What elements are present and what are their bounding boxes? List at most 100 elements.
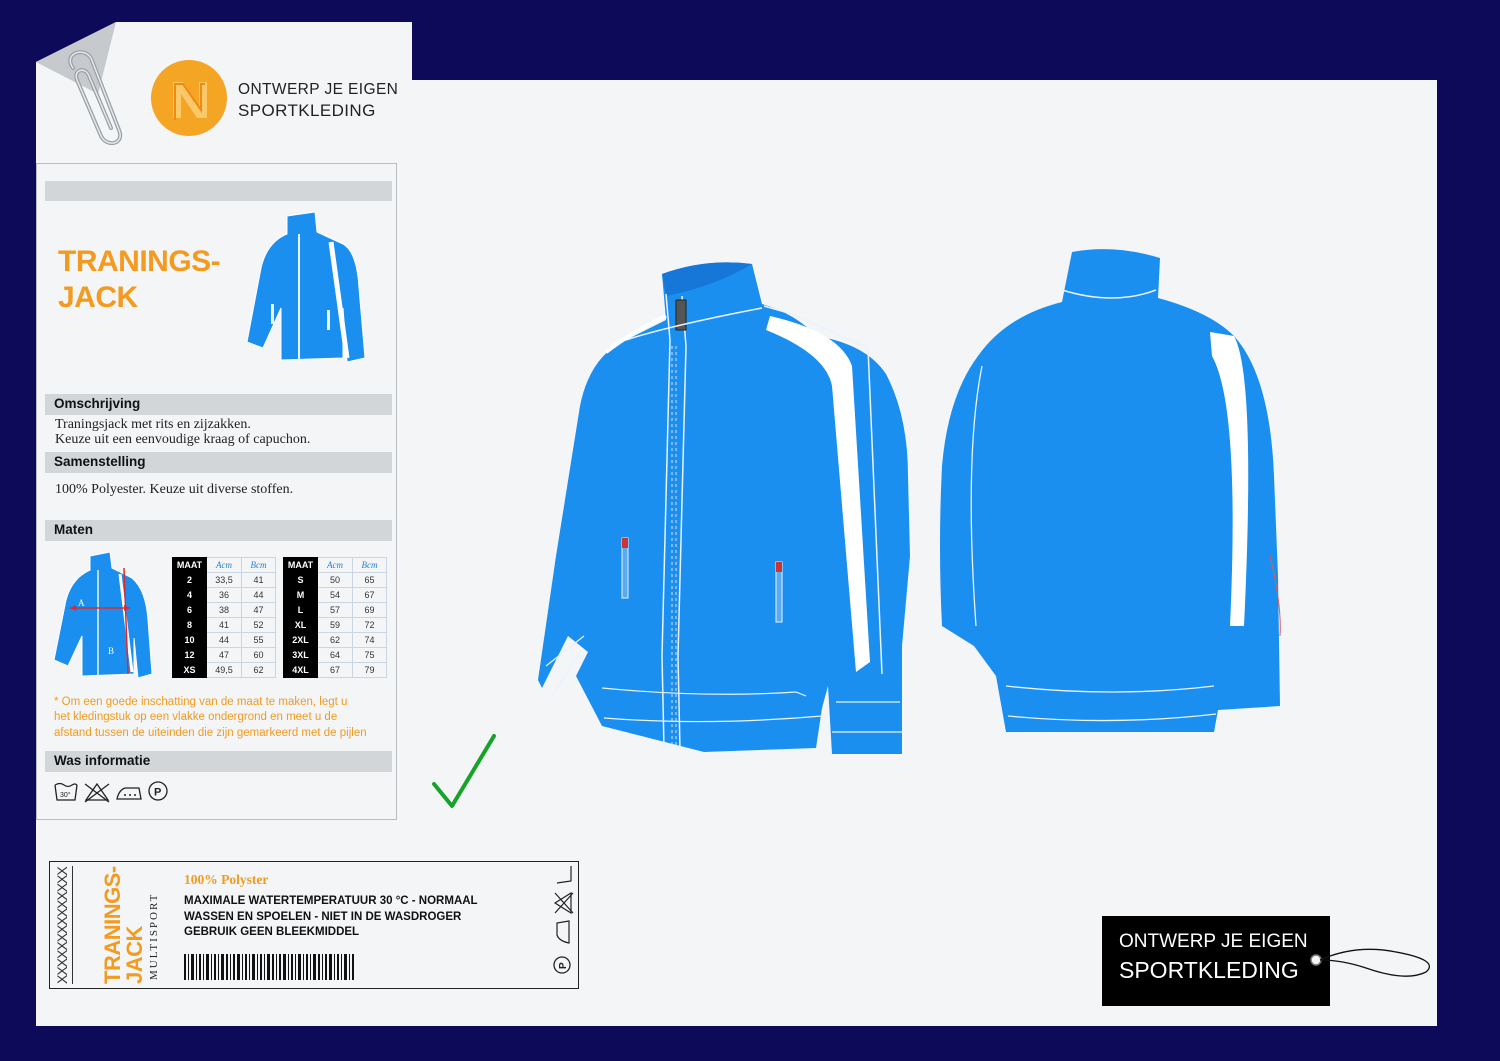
size-cell: 10 xyxy=(172,632,207,648)
jacket-thumbnail xyxy=(246,211,366,363)
measure-b-cell: 62 xyxy=(241,662,276,678)
size-row: L 57 69 xyxy=(283,602,387,618)
size-cell: 2 xyxy=(172,572,207,588)
checkmark-icon xyxy=(432,734,496,808)
size-table-adults: MAAT Acm Bcm S 50 65 M 54 67 L 57 69 XL 59 72 2XL 62 7… xyxy=(283,557,387,678)
card-top-bar xyxy=(45,181,392,201)
label-care-line1: MAXIMALE WATERTEMPERATUUR 30 °C - NORMAA… xyxy=(184,895,478,907)
measure-b-cell: 75 xyxy=(352,647,387,663)
brand-line1: ONTWERP JE EIGEN xyxy=(238,81,399,98)
measure-b-cell: 41 xyxy=(241,572,276,588)
label-dryclean-letter: P xyxy=(558,962,569,969)
description-line2: Keuze uit een eenvoudige kraag of capuch… xyxy=(55,432,311,447)
size-row: 4XL 67 79 xyxy=(283,662,387,678)
size-row: 2 33,5 41 xyxy=(172,572,276,588)
size-cell: S xyxy=(283,572,318,588)
hang-tag: ONTWERP JE EIGEN SPORTKLEDING xyxy=(1102,916,1330,1006)
measure-b-cell: 72 xyxy=(352,617,387,633)
measure-a-cell: 33,5 xyxy=(206,572,242,588)
measure-a-cell: 59 xyxy=(317,617,353,633)
size-cell: 2XL xyxy=(283,632,318,648)
iron-icon xyxy=(116,787,142,800)
composition-text: 100% Polyester. Keuze uit diverse stoffe… xyxy=(55,482,294,497)
measure-a-cell: 38 xyxy=(206,602,242,618)
description-line1: Traningsjack met rits en zijzakken. xyxy=(55,417,251,432)
diagram-label-a: A xyxy=(78,598,85,608)
jacket-front-view xyxy=(538,262,910,754)
size-row: 12 47 60 xyxy=(172,647,276,663)
size-row: 6 38 47 xyxy=(172,602,276,618)
label-side-title: TRANINGS- JACK xyxy=(100,866,147,984)
measure-a-cell: 41 xyxy=(206,617,242,633)
wash-header: Was informatie xyxy=(54,753,151,768)
note-line1: * Om een goede inschatting van de maat t… xyxy=(54,696,348,708)
label-wash-icon xyxy=(556,866,572,884)
sizes-header-bar: Maten xyxy=(45,520,392,541)
measure-b-cell: 79 xyxy=(352,662,387,678)
dryclean-letter: P xyxy=(154,787,161,799)
measure-b-cell: 69 xyxy=(352,602,387,618)
measure-b-cell: 74 xyxy=(352,632,387,648)
measure-a-cell: 44 xyxy=(206,632,242,648)
size-cell: 8 xyxy=(172,617,207,633)
measure-b-cell: 60 xyxy=(241,647,276,663)
paperclip-icon xyxy=(68,50,123,146)
tag-line1: ONTWERP JE EIGEN xyxy=(1119,931,1308,952)
size-row: XS 49,5 62 xyxy=(172,662,276,678)
measure-b-cell: 67 xyxy=(352,587,387,603)
stitch-border: XXXXXXXXXXXXXX xyxy=(54,867,70,984)
description-header: Omschrijving xyxy=(54,396,141,411)
size-row: 4 36 44 xyxy=(172,587,276,603)
note-line2: het kledingstuk op een vlakke ondergrond… xyxy=(54,711,338,724)
size-row: 3XL 64 75 xyxy=(283,647,387,663)
measure-b-cell: 65 xyxy=(352,572,387,588)
tag-line2: SPORTKLEDING xyxy=(1119,957,1299,983)
size-cell: XS xyxy=(172,662,207,678)
size-cell: 4XL xyxy=(283,662,318,678)
note-line3: afstand tussen de uiteinden die zijn gem… xyxy=(54,726,367,739)
barcode-icon xyxy=(184,954,354,980)
size-row: 2XL 62 74 xyxy=(283,632,387,648)
size-row: S 50 65 xyxy=(283,572,387,588)
measure-a-cell: 50 xyxy=(317,572,353,588)
measure-a-cell: 64 xyxy=(317,647,353,663)
measure-a-cell: 47 xyxy=(206,647,242,663)
measure-note: * Om een goede inschatting van de maat t… xyxy=(54,695,384,741)
brand-logo xyxy=(151,60,227,136)
measure-a-cell: 67 xyxy=(317,662,353,678)
sizes-header: Maten xyxy=(54,522,94,537)
measure-b-cell: 55 xyxy=(241,632,276,648)
label-care-icons: P xyxy=(553,866,574,974)
size-row: M 54 67 xyxy=(283,587,387,603)
brand-name: ONTWERP JE EIGEN SPORTKLEDING xyxy=(238,79,398,121)
size-table-kids: MAAT Acm Bcm 2 33,5 41 4 36 44 6 38 47 8 41 52 10 44 5… xyxy=(172,557,276,678)
kids-header-size: MAAT xyxy=(172,557,207,573)
measure-a-cell: 62 xyxy=(317,632,353,648)
label-side-sub: MULTISPORT xyxy=(148,892,160,980)
wash-30-icon: 30° xyxy=(54,782,78,801)
description-text: Traningsjack met rits en zijzakken. Keuz… xyxy=(55,417,310,447)
care-label: XXXXXXXXXXXXXX TRANINGS- JACK MULTISPORT… xyxy=(49,861,579,989)
size-diagram: A B xyxy=(53,551,153,679)
composition-header-bar: Samenstelling xyxy=(45,452,392,473)
size-row: XL 59 72 xyxy=(283,617,387,633)
size-cell: M xyxy=(283,587,318,603)
n-logo-icon xyxy=(173,82,207,120)
product-title-line2: JACK xyxy=(58,281,138,314)
label-care-line2: WASSEN EN SPOELEN - NIET IN DE WASDROGER xyxy=(184,910,462,923)
size-cell: L xyxy=(283,602,318,618)
brand-line2: SPORTKLEDING xyxy=(238,101,376,120)
product-title: TRANINGS- JACK xyxy=(58,244,221,316)
size-row: 8 41 52 xyxy=(172,617,276,633)
dryclean-p-icon: P xyxy=(148,781,168,801)
kids-header-b: Bcm xyxy=(241,557,276,573)
measure-a-cell: 49,5 xyxy=(206,662,242,678)
kids-header-a: Acm xyxy=(206,557,242,573)
adults-header-b: Bcm xyxy=(352,557,387,573)
size-cell: 4 xyxy=(172,587,207,603)
adults-header-a: Acm xyxy=(317,557,353,573)
size-cell: 6 xyxy=(172,602,207,618)
measure-b-cell: 52 xyxy=(241,617,276,633)
composition-header: Samenstelling xyxy=(54,454,146,469)
description-header-bar: Omschrijving xyxy=(45,394,392,415)
